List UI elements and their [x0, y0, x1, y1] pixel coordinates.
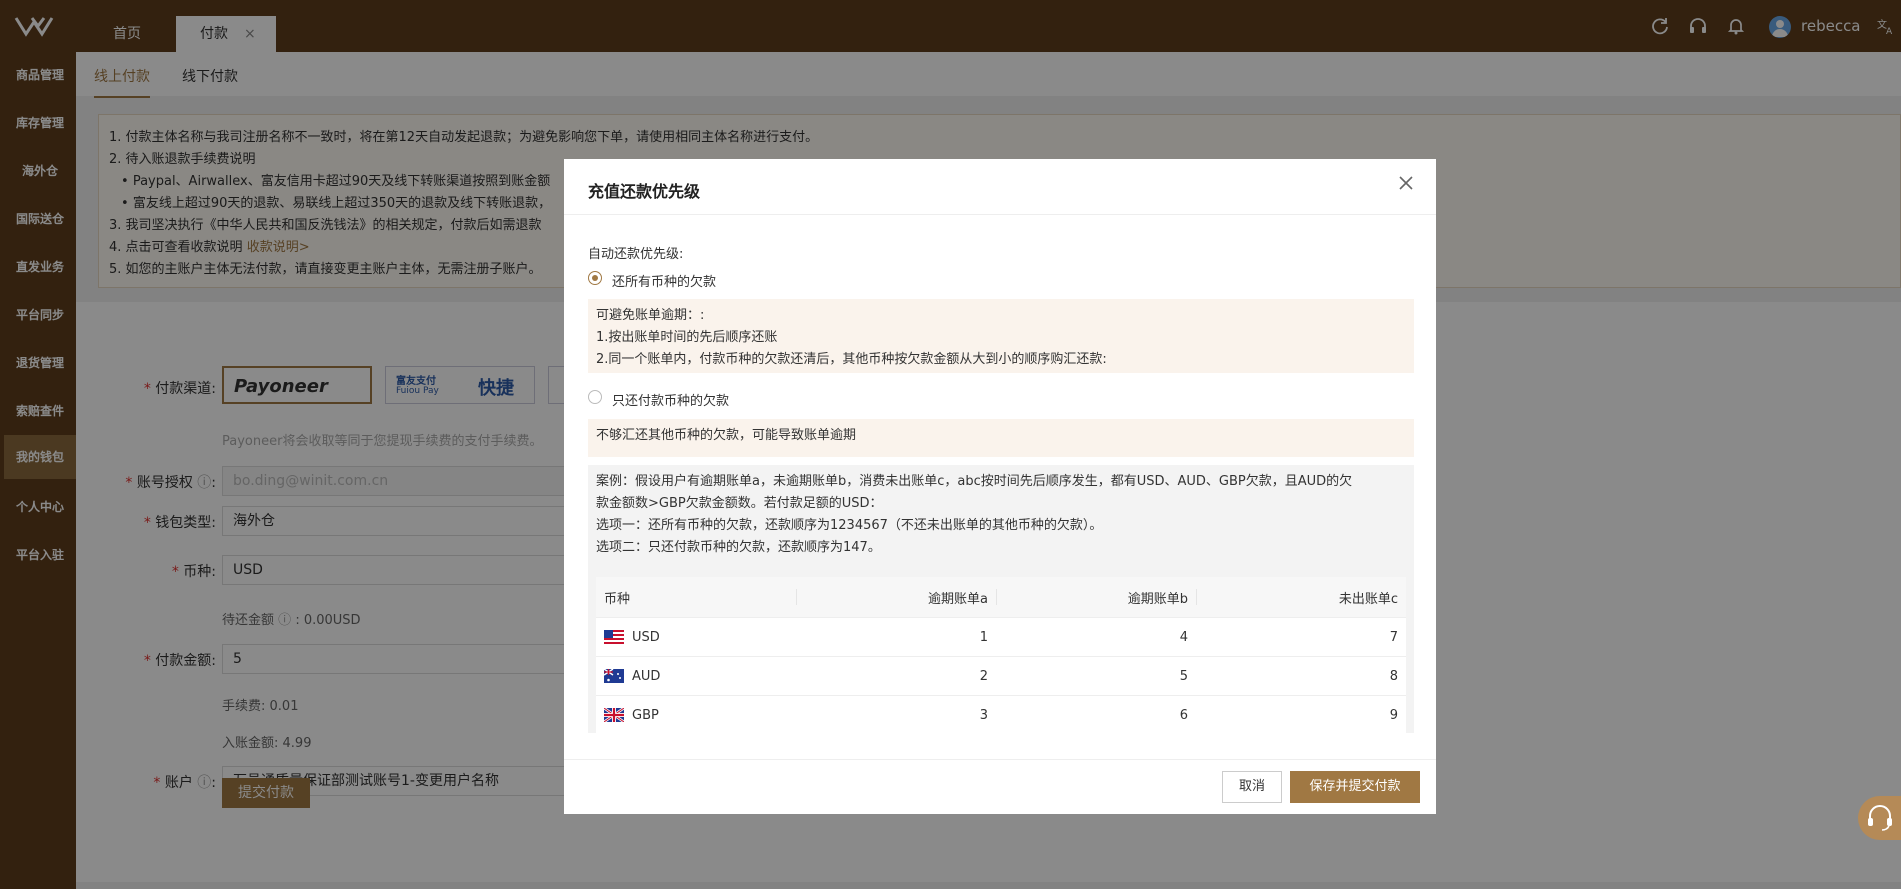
header-overdue-b: 逾期账单b: [1127, 591, 1188, 607]
table-row: USD 1 4 7: [596, 617, 1406, 656]
cancel-button[interactable]: 取消: [1222, 771, 1282, 803]
gb-flag-icon: [604, 708, 624, 722]
customer-service-button[interactable]: [1858, 796, 1901, 840]
table-row: AUD 2 5 8: [596, 656, 1406, 695]
radio-label-repay-payment-currency[interactable]: 只还付款币种的欠款: [612, 390, 729, 409]
table-header-row: 币种 逾期账单a 逾期账单b 未出账单c: [596, 577, 1406, 617]
close-icon[interactable]: [1398, 175, 1414, 191]
radio-repay-all-currencies[interactable]: [588, 271, 602, 285]
auto-repay-label: 自动还款优先级:: [588, 247, 684, 262]
headset-icon: [1868, 805, 1892, 831]
radio-label-repay-all[interactable]: 还所有币种的欠款: [612, 271, 716, 290]
option2-tip: 不够汇还其他币种的欠款，可能导致账单逾期: [588, 419, 1414, 457]
header-unbilled-c: 未出账单c: [1338, 591, 1398, 607]
option1-tip: 可避免账单逾期：: 1.按出账单时间的先后顺序还账 2.同一个账单内，付款币种的…: [588, 299, 1414, 373]
header-overdue-a: 逾期账单a: [928, 591, 988, 607]
repayment-priority-dialog: 充值还款优先级 自动还款优先级: 还所有币种的欠款 可避免账单逾期：: 1.按出…: [564, 159, 1436, 814]
table-row: GBP 3 6 9: [596, 695, 1406, 734]
dialog-title: 充值还款优先级: [588, 182, 701, 201]
save-and-submit-button[interactable]: 保存并提交付款: [1290, 771, 1420, 803]
radio-repay-payment-currency[interactable]: [588, 390, 602, 404]
case-table: 币种 逾期账单a 逾期账单b 未出账单c USD 1 4 7 AUD 2 5 8…: [596, 577, 1406, 734]
dialog-footer: 取消 保存并提交付款: [564, 759, 1436, 814]
au-flag-icon: [604, 669, 624, 683]
us-flag-icon: [604, 630, 624, 644]
case-example: 案例：假设用户有逾期账单a，未逾期账单b，消费未出账单c，abc按时间先后顺序发…: [588, 465, 1414, 734]
header-currency: 币种: [604, 591, 631, 607]
